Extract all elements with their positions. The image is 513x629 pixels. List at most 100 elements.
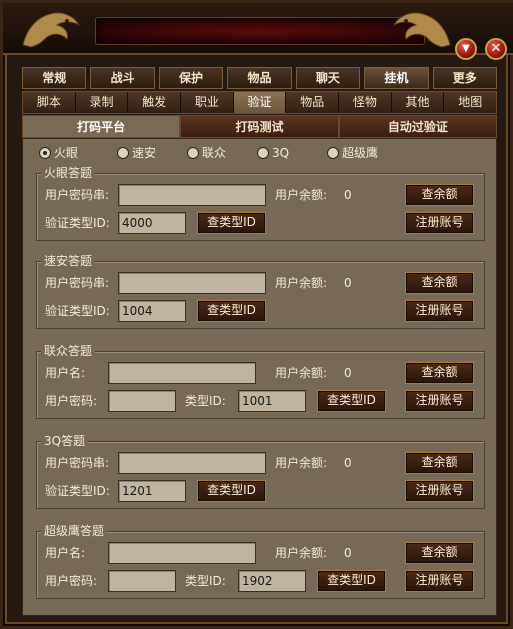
username-input[interactable] xyxy=(108,542,256,564)
type-id-input[interactable]: 1001 xyxy=(238,390,306,412)
radio-unchecked-icon xyxy=(187,147,199,159)
balance-label: 用户余额: xyxy=(275,188,328,202)
balance-label: 用户余额: xyxy=(275,456,328,470)
main-tab-bar: 常规 战斗 保护 物品 聊天 挂机 更多 xyxy=(22,67,497,91)
huoyan-group: 火眼答题 用户密码串: 用户余额: 0 查余额 验证类型ID: 4000 查类型… xyxy=(36,166,485,241)
password-input[interactable] xyxy=(108,570,176,592)
radio-suan[interactable]: 速安 xyxy=(117,145,156,161)
user-password-input[interactable] xyxy=(118,452,266,474)
tab-captcha-test[interactable]: 打码测试 xyxy=(180,115,339,138)
radio-unchecked-icon xyxy=(257,147,269,159)
radio-checked-icon xyxy=(39,147,51,159)
query-type-id-button[interactable]: 查类型ID xyxy=(197,480,266,502)
tab-auto-verify[interactable]: 自动过验证 xyxy=(338,115,497,138)
query-balance-button[interactable]: 查余额 xyxy=(405,362,474,384)
type-id-label: 类型ID: xyxy=(185,394,226,408)
balance-value: 0 xyxy=(344,456,352,470)
balance-label: 用户余额: xyxy=(275,276,328,290)
tab-protect[interactable]: 保护 xyxy=(158,67,224,89)
user-password-label: 用户密码串: xyxy=(45,188,110,202)
radio-unchecked-icon xyxy=(117,147,129,159)
settings-window: ▼ ✕ 常规 战斗 保护 物品 聊天 挂机 更多 脚本 录制 触发 职业 验证 … xyxy=(0,0,513,629)
query-type-id-button[interactable]: 查类型ID xyxy=(197,300,266,322)
register-button[interactable]: 注册账号 xyxy=(405,300,474,322)
query-type-id-button[interactable]: 查类型ID xyxy=(317,570,386,592)
balance-label: 用户余额: xyxy=(275,546,328,560)
q3-group: 3Q答题 用户密码串: 用户余额: 0 查余额 验证类型ID: 1201 查类型… xyxy=(36,434,485,509)
balance-value: 0 xyxy=(344,276,352,290)
minimize-button[interactable]: ▼ xyxy=(455,38,477,60)
user-password-input[interactable] xyxy=(118,184,266,206)
dragon-right-icon xyxy=(392,12,451,48)
tab-monsters[interactable]: 怪物 xyxy=(339,92,392,113)
username-label: 用户名: xyxy=(45,366,86,380)
tab-other[interactable]: 其他 xyxy=(391,92,445,113)
type-id-input[interactable]: 1201 xyxy=(118,480,186,502)
dragon-left-icon xyxy=(22,12,81,48)
tab-items[interactable]: 物品 xyxy=(227,67,292,89)
password-input[interactable] xyxy=(108,390,176,412)
close-button[interactable]: ✕ xyxy=(485,38,507,60)
radio-chaojiying[interactable]: 超级鹰 xyxy=(327,145,378,161)
type-id-input[interactable]: 1004 xyxy=(118,300,186,322)
lianzhong-group: 联众答题 用户名: 用户余额: 0 查余额 用户密码: 类型ID: 1001 查… xyxy=(36,344,485,419)
query-type-id-button[interactable]: 查类型ID xyxy=(197,212,266,234)
password-label: 用户密码: xyxy=(45,394,98,408)
username-input[interactable] xyxy=(108,362,256,384)
query-type-id-button[interactable]: 查类型ID xyxy=(317,390,386,412)
tab-trigger[interactable]: 触发 xyxy=(128,92,182,113)
tab-combat[interactable]: 战斗 xyxy=(90,67,155,89)
tab-class[interactable]: 职业 xyxy=(181,92,234,113)
register-button[interactable]: 注册账号 xyxy=(405,390,474,412)
tab-verify[interactable]: 验证 xyxy=(233,92,287,113)
suan-group: 速安答题 用户密码串: 用户余额: 0 查余额 验证类型ID: 1004 查类型… xyxy=(36,254,485,329)
query-balance-button[interactable]: 查余额 xyxy=(405,452,474,474)
tab-afk[interactable]: 挂机 xyxy=(364,67,429,89)
tab-map[interactable]: 地图 xyxy=(444,92,497,113)
radio-unchecked-icon xyxy=(327,147,339,159)
tab-more[interactable]: 更多 xyxy=(432,67,497,89)
query-balance-button[interactable]: 查余额 xyxy=(405,272,474,294)
title-bar[interactable] xyxy=(3,3,513,55)
verify-tab-bar: 打码平台 打码测试 自动过验证 xyxy=(22,115,497,138)
type-id-label: 验证类型ID: xyxy=(45,304,110,318)
title-plate xyxy=(95,17,425,45)
register-button[interactable]: 注册账号 xyxy=(405,480,474,502)
balance-value: 0 xyxy=(344,546,352,560)
chevron-down-icon: ▼ xyxy=(462,43,470,54)
user-password-label: 用户密码串: xyxy=(45,456,110,470)
type-id-label: 验证类型ID: xyxy=(45,484,110,498)
balance-label: 用户余额: xyxy=(275,366,328,380)
type-id-input[interactable]: 1902 xyxy=(238,570,306,592)
username-label: 用户名: xyxy=(45,546,86,560)
chaojiying-group: 超级鹰答题 用户名: 用户余额: 0 查余额 用户密码: 类型ID: 1902 … xyxy=(36,524,485,599)
type-id-label: 验证类型ID: xyxy=(45,216,110,230)
tab-general[interactable]: 常规 xyxy=(22,67,87,89)
tab-sub-items[interactable]: 物品 xyxy=(286,92,340,113)
radio-lianzhong[interactable]: 联众 xyxy=(187,145,226,161)
close-icon: ✕ xyxy=(490,41,502,56)
radio-3q[interactable]: 3Q xyxy=(257,145,289,161)
group-title: 火眼答题 xyxy=(41,166,96,180)
type-id-label: 类型ID: xyxy=(185,574,226,588)
radio-huoyan[interactable]: 火眼 xyxy=(39,145,78,161)
group-title: 联众答题 xyxy=(41,344,96,358)
tab-script[interactable]: 脚本 xyxy=(23,92,76,113)
type-id-input[interactable]: 4000 xyxy=(118,212,186,234)
password-label: 用户密码: xyxy=(45,574,98,588)
balance-value: 0 xyxy=(344,188,352,202)
register-button[interactable]: 注册账号 xyxy=(405,212,474,234)
register-button[interactable]: 注册账号 xyxy=(405,570,474,592)
query-balance-button[interactable]: 查余额 xyxy=(405,542,474,564)
group-title: 超级鹰答题 xyxy=(41,524,108,538)
captcha-platform-panel: 火眼 速安 联众 3Q 超级鹰 火眼答题 用户密码串: 用户余额: 0 查余额 … xyxy=(22,138,497,616)
balance-value: 0 xyxy=(344,366,352,380)
query-balance-button[interactable]: 查余额 xyxy=(405,184,474,206)
user-password-input[interactable] xyxy=(118,272,266,294)
user-password-label: 用户密码串: xyxy=(45,276,110,290)
sub-tab-bar: 脚本 录制 触发 职业 验证 物品 怪物 其他 地图 xyxy=(22,91,497,114)
tab-chat[interactable]: 聊天 xyxy=(295,67,361,89)
tab-record[interactable]: 录制 xyxy=(75,92,129,113)
tab-captcha-platform[interactable]: 打码平台 xyxy=(22,115,181,138)
group-title: 速安答题 xyxy=(41,254,96,268)
